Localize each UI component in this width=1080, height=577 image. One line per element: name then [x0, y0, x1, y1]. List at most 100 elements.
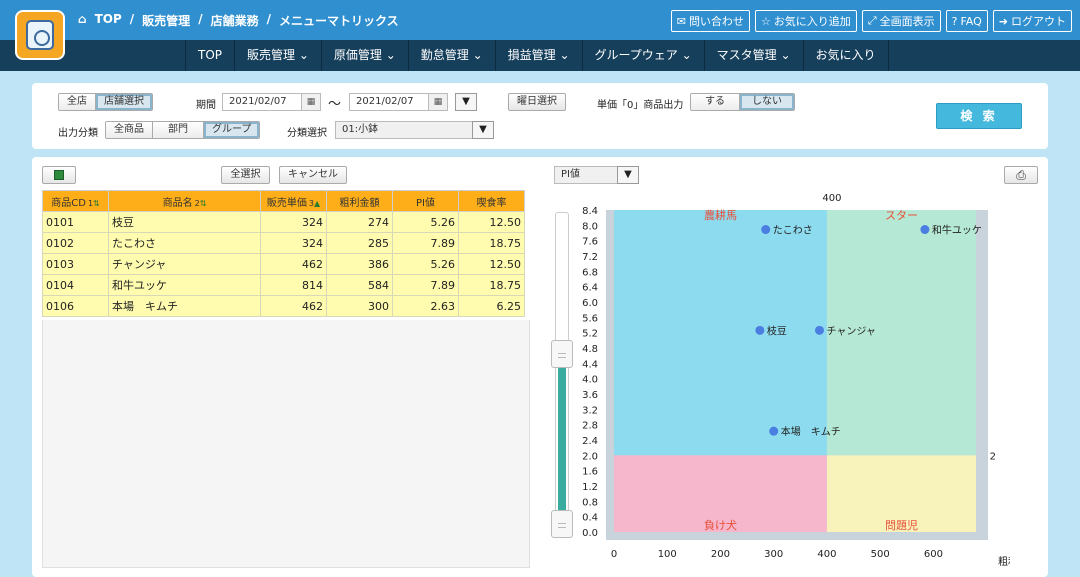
store-selector: 全店 店舗選択: [58, 93, 153, 111]
y-tick-label: 4.8: [582, 344, 598, 355]
cancel-button[interactable]: キャンセル: [279, 166, 347, 184]
y-tick-label: 3.2: [582, 405, 598, 416]
table-row[interactable]: 0104 和牛ユッケ 814 584 7.89 18.75: [42, 274, 525, 296]
date-dropdown-button[interactable]: ▼: [455, 93, 477, 111]
table-row[interactable]: 0102 たこわさ 324 285 7.89 18.75: [42, 232, 525, 254]
nav-profit[interactable]: 損益管理 ⌄: [494, 40, 582, 71]
data-point: [761, 225, 771, 235]
output-dept[interactable]: 部門: [153, 122, 204, 138]
date-from-input[interactable]: 2021/02/07: [222, 93, 302, 111]
y-tick-label: 2.0: [582, 451, 598, 462]
add-favorite-button[interactable]: ☆ お気に入り追加: [754, 10, 857, 32]
chart-metric-select[interactable]: PI値: [554, 166, 620, 184]
fullscreen-button[interactable]: ⤢ 全画面表示: [861, 10, 941, 32]
y-tick-label: 2.4: [582, 436, 598, 447]
y-tick-label: 6.4: [582, 283, 598, 294]
app-logo[interactable]: [15, 10, 65, 60]
logout-button[interactable]: ➜ ログアウト: [992, 10, 1072, 32]
category-select[interactable]: 01:小鉢: [335, 121, 475, 139]
quadrant-label: スター: [885, 209, 918, 222]
data-point: [755, 325, 765, 335]
category-dropdown-button[interactable]: ▼: [472, 121, 494, 139]
zero-price-label: 単価「0」商品出力: [597, 100, 684, 111]
date-to-input[interactable]: 2021/02/07: [349, 93, 429, 111]
excel-export-button[interactable]: [42, 166, 76, 184]
x-axis-label: 粗利金額: [998, 555, 1010, 568]
contact-button[interactable]: ✉ 問い合わせ: [670, 10, 750, 32]
x-tick-label: 200: [711, 549, 730, 560]
y-tick-label: 5.2: [582, 329, 598, 340]
menu-matrix-chart: 農耕馬 スター負け犬 問題児 400 2 8.4 8.0 7.6 7.2 6.8 6.4 6.0 5.6…: [582, 193, 1010, 568]
y-tick-label: 4.0: [582, 375, 598, 386]
breadcrumb: ⌂ TOP / 販売管理 / 店舗業務 / メニューマトリックス: [78, 12, 399, 29]
table-row[interactable]: 0101 枝豆 324 274 5.26 12.50: [42, 211, 525, 233]
slider-handle-low[interactable]: [551, 510, 573, 538]
grid-empty-area: [42, 320, 530, 568]
output-label: 出力分類: [58, 128, 98, 139]
category-label: 分類選択: [287, 128, 327, 139]
home-icon[interactable]: ⌂: [78, 12, 87, 29]
nav-sales[interactable]: 販売管理 ⌄: [234, 40, 321, 71]
nav-top[interactable]: TOP: [185, 40, 234, 71]
star-icon: ☆: [760, 14, 771, 28]
table-header-row: 商品CD 1⇅ 商品名 2⇅ 販売単価 3▲ 粗利金額 PI値 喫食率: [42, 190, 525, 212]
breadcrumb-store[interactable]: 店舗業務: [211, 12, 259, 29]
output-all[interactable]: 全商品: [106, 122, 153, 138]
col-header-eat-rate[interactable]: 喫食率: [458, 190, 525, 212]
y-tick-label: 0.0: [582, 528, 598, 539]
nav-favorites[interactable]: お気に入り: [802, 40, 889, 71]
calendar-icon[interactable]: ▦: [428, 93, 448, 111]
data-point: [769, 426, 779, 436]
tilde-label: 〜: [328, 97, 342, 112]
print-button[interactable]: ⎙: [1004, 166, 1038, 184]
col-header-pi[interactable]: PI値: [392, 190, 459, 212]
threshold-y-label: 2: [990, 451, 996, 462]
col-header-code[interactable]: 商品CD 1⇅: [42, 190, 109, 212]
nav-groupware[interactable]: グループウェア ⌄: [581, 40, 704, 71]
col-header-name[interactable]: 商品名 2⇅: [108, 190, 261, 212]
quadrant-label: 問題児: [885, 519, 918, 532]
nav-master[interactable]: マスタ管理 ⌄: [703, 40, 803, 71]
select-all-button[interactable]: 全選択: [221, 166, 270, 184]
sort-icon: 1⇅: [87, 198, 100, 208]
table-row[interactable]: 0103 チャンジャ 462 386 5.26 12.50: [42, 253, 525, 275]
sort-icon: 2⇅: [194, 198, 207, 208]
nav-cost[interactable]: 原価管理 ⌄: [320, 40, 408, 71]
col-header-price[interactable]: 販売単価 3▲: [260, 190, 327, 212]
threshold-slider[interactable]: [551, 212, 573, 538]
calendar-icon[interactable]: ▦: [301, 93, 321, 111]
excel-icon: [54, 170, 64, 180]
data-point: [814, 325, 824, 335]
weekday-select-button[interactable]: 曜日選択: [508, 93, 566, 111]
y-tick-label: 8.4: [582, 206, 598, 217]
search-button[interactable]: 検 索: [936, 103, 1022, 129]
point-label: 和牛ユッケ: [932, 224, 982, 237]
all-stores-option[interactable]: 全店: [59, 94, 96, 110]
col-header-gross-profit[interactable]: 粗利金額: [326, 190, 393, 212]
table-row[interactable]: 0106 本場 キムチ 462 300 2.63 6.25: [42, 295, 525, 317]
slider-handle-high[interactable]: [551, 340, 573, 369]
y-tick-label: 0.8: [582, 497, 598, 508]
breadcrumb-sales[interactable]: 販売管理: [142, 12, 190, 29]
breadcrumb-top[interactable]: TOP: [95, 12, 122, 29]
header-bar: ⌂ TOP / 販売管理 / 店舗業務 / メニューマトリックス ✉ 問い合わせ ☆ お気…: [0, 0, 1080, 40]
envelope-icon: ✉: [676, 14, 686, 28]
faq-button[interactable]: ? FAQ: [945, 10, 988, 32]
quadrant-plowhorse: [614, 210, 827, 456]
expand-icon: ⤢: [867, 14, 877, 27]
printer-icon: ⎙: [1016, 168, 1026, 182]
x-tick-label: 600: [924, 549, 943, 560]
output-selector: 全商品 部門 グループ: [105, 121, 261, 139]
point-label: チャンジャ: [826, 325, 875, 337]
y-tick-label: 2.8: [582, 421, 598, 432]
threshold-x-label: 400: [822, 193, 841, 204]
sort-icon: 3▲: [308, 198, 321, 208]
output-group[interactable]: グループ: [204, 122, 260, 138]
store-select-option[interactable]: 店舗選択: [96, 94, 152, 110]
zero-price-no[interactable]: しない: [740, 94, 794, 110]
point-label: たこわさ: [773, 225, 813, 237]
chart-metric-dropdown-button[interactable]: ▼: [617, 166, 639, 184]
quadrant-label: 負け犬: [704, 518, 737, 532]
zero-price-yes[interactable]: する: [691, 94, 740, 110]
nav-attendance[interactable]: 勤怠管理 ⌄: [407, 40, 495, 71]
